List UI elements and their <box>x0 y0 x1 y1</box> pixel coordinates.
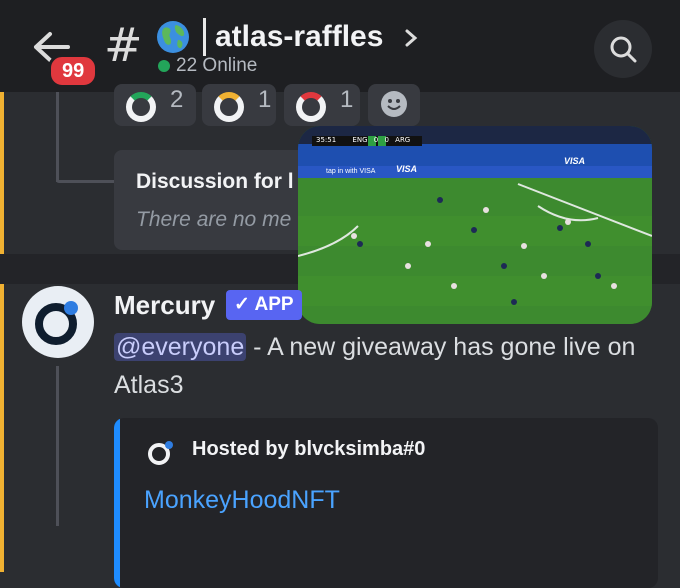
pip-video[interactable]: 35:51 ENG 0 0 ARG VISA VISA tap in with … <box>298 126 652 324</box>
reaction-chip[interactable]: 1 <box>202 84 276 126</box>
reaction-emoji-icon <box>296 92 326 122</box>
online-status-icon <box>158 60 170 72</box>
title-separator <box>203 18 206 56</box>
reaction-count: 1 <box>258 86 272 113</box>
chevron-right-icon[interactable] <box>404 28 418 48</box>
highlight-bar <box>0 92 4 254</box>
channel-header: 99 # atlas-raffles 22 Online <box>0 0 680 92</box>
thread-connector <box>56 92 59 182</box>
add-reaction-button[interactable] <box>368 84 420 126</box>
score-b: 0 <box>384 136 389 144</box>
app-badge: ✓ APP <box>226 290 302 320</box>
mercury-logo-icon <box>148 441 173 465</box>
ad-board-text: VISA <box>564 156 586 166</box>
match-clock: 35:51 <box>316 136 337 144</box>
giveaway-embed: Hosted by blvcksimba#0 MonkeyHoodNFT <box>114 418 658 588</box>
thread-connector <box>56 180 114 183</box>
highlight-bar <box>0 284 4 572</box>
mercury-logo-icon <box>35 301 78 345</box>
team-a: ENG <box>352 136 368 144</box>
reaction-emoji-icon <box>126 92 156 122</box>
embed-accent-bar <box>114 418 120 588</box>
avatar[interactable] <box>22 286 94 358</box>
message-content: @everyone - A new giveaway has gone live… <box>114 328 654 404</box>
team-b: ARG <box>395 136 411 144</box>
score-a: 0 <box>373 136 379 144</box>
unread-badge: 99 <box>48 54 99 88</box>
smiley-icon <box>381 91 407 117</box>
reaction-chip[interactable]: 2 <box>114 84 196 126</box>
reaction-count: 1 <box>340 86 354 113</box>
thread-connector <box>56 366 59 526</box>
globe-icon <box>157 21 189 53</box>
thread-subtitle: There are no me <box>136 208 292 231</box>
search-icon <box>610 36 637 63</box>
online-count: 22 Online <box>176 55 258 76</box>
reaction-chip[interactable]: 1 <box>284 84 360 126</box>
channel-hash-icon: # <box>104 18 143 72</box>
ad-board-text: VISA <box>396 164 418 174</box>
reaction-emoji-icon <box>214 92 244 122</box>
thread-title: Discussion for l <box>136 170 294 193</box>
video-frame <box>298 126 652 324</box>
channel-name[interactable]: atlas-raffles <box>215 20 383 54</box>
everyone-mention[interactable]: @everyone <box>114 333 247 361</box>
embed-title-link[interactable]: MonkeyHoodNFT <box>144 486 340 515</box>
embed-author: Hosted by blvcksimba#0 <box>192 438 426 460</box>
ad-board-tagline: tap in with VISA <box>326 168 376 175</box>
reaction-count: 2 <box>170 86 184 113</box>
search-button[interactable] <box>594 20 652 78</box>
message-author[interactable]: Mercury <box>114 290 215 321</box>
